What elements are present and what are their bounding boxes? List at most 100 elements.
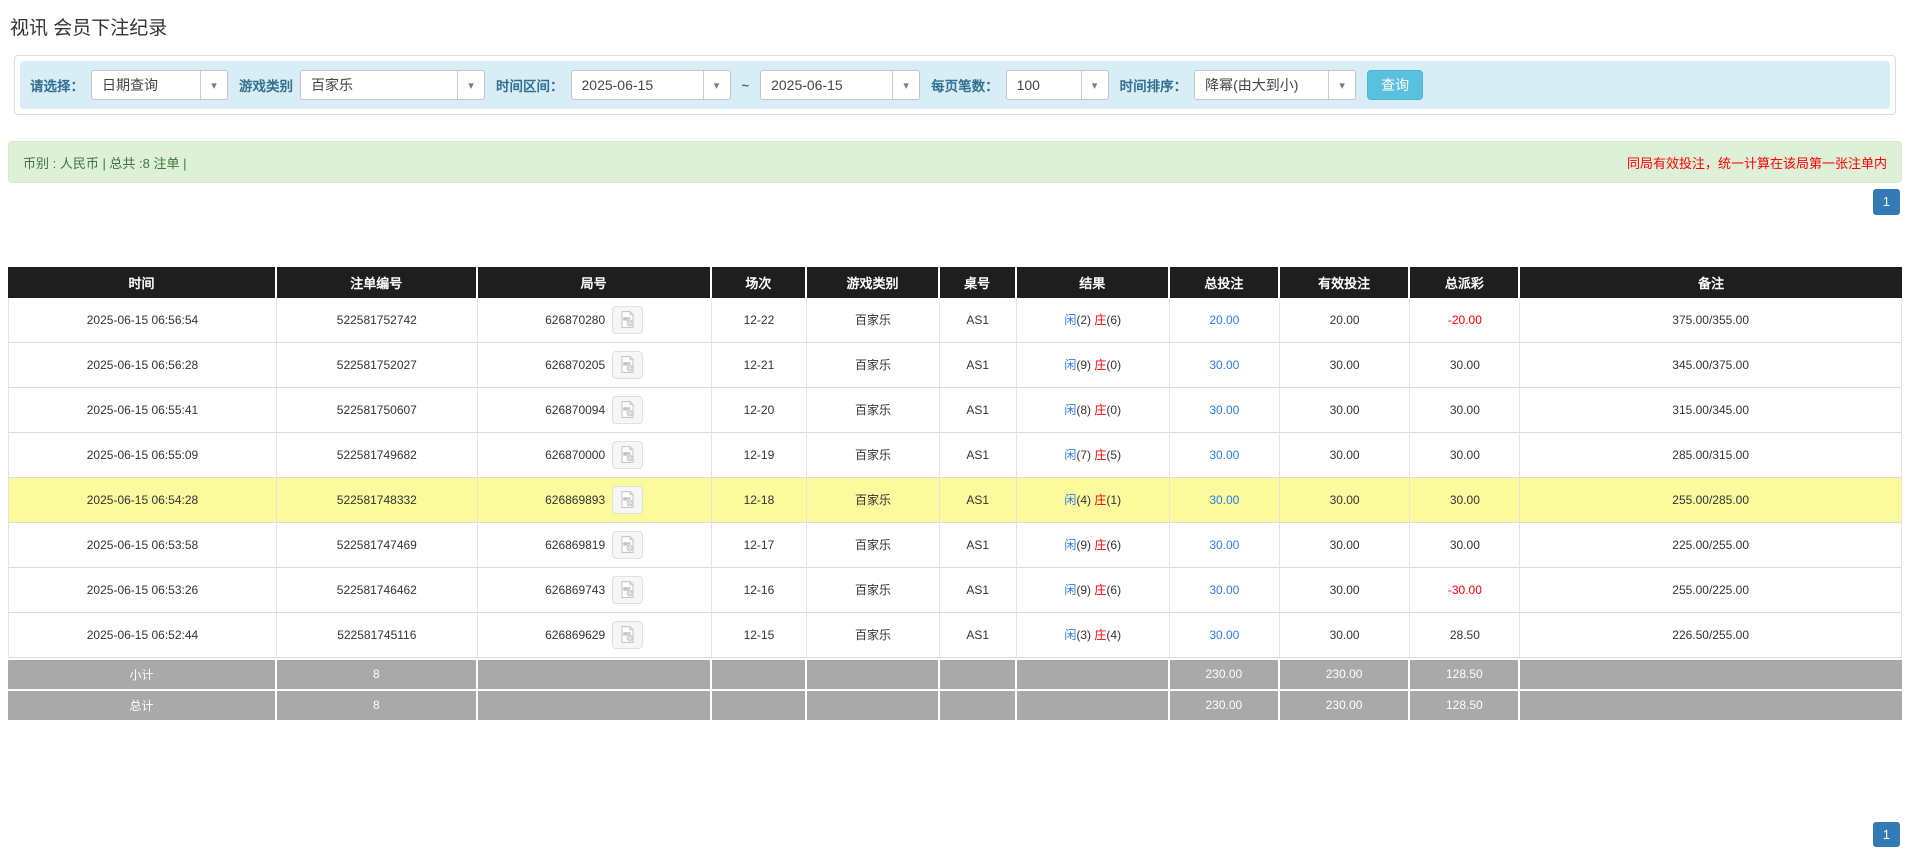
footer-empty-round [478, 689, 712, 720]
video-replay-button[interactable] [612, 621, 643, 649]
video-replay-button[interactable] [612, 396, 643, 424]
result-banker-label: 庄 [1094, 448, 1106, 462]
total-bet-link[interactable]: 30.00 [1209, 493, 1239, 507]
search-button[interactable]: 查询 [1367, 70, 1423, 100]
cell-session: 12-17 [712, 523, 808, 568]
total-bet-link[interactable]: 30.00 [1209, 403, 1239, 417]
table-row: 2025-06-15 06:52:44522581745116626869629… [8, 613, 1902, 658]
game-type-label: 游戏类别 [239, 75, 293, 95]
cell-valid-bet: 30.00 [1280, 433, 1411, 478]
result-player-label: 闲 [1064, 358, 1076, 372]
video-replay-button[interactable] [612, 531, 643, 559]
total-bet-link[interactable]: 30.00 [1209, 583, 1239, 597]
cell-total-payout: 30.00 [1410, 388, 1520, 433]
cell-remark: 225.00/255.00 [1520, 523, 1902, 568]
round-id-group: 626870094 [545, 396, 643, 424]
cell-time: 2025-06-15 06:55:09 [8, 433, 277, 478]
date-to-input[interactable]: 2025-06-15 ▾ [760, 70, 920, 100]
footer-empty-result [1017, 689, 1170, 720]
cell-round-id: 626869819 [478, 523, 712, 568]
footer-empty-session [712, 658, 808, 689]
cell-game-type: 百家乐 [807, 568, 940, 613]
result-player-label: 闲 [1064, 493, 1076, 507]
column-header-bet-id: 注单编号 [277, 267, 478, 298]
result-player-score: (3) [1076, 628, 1091, 642]
video-replay-button[interactable] [612, 441, 643, 469]
pagination-bottom: 1 [10, 822, 1900, 848]
round-id-text: 626870000 [545, 448, 605, 462]
result-banker-score: (4) [1106, 628, 1121, 642]
cell-bet-id: 522581747469 [277, 523, 478, 568]
table-row: 2025-06-15 06:56:28522581752027626870205… [8, 343, 1902, 388]
chevron-down-icon[interactable]: ▾ [1081, 71, 1108, 99]
game-type-select[interactable]: 百家乐 ▾ [300, 70, 485, 100]
cell-result: 闲(9) 庄(6) [1017, 568, 1170, 613]
total-bet-link[interactable]: 30.00 [1209, 628, 1239, 642]
total-bet-link[interactable]: 30.00 [1209, 358, 1239, 372]
cell-remark: 226.50/255.00 [1520, 613, 1902, 658]
footer-valid-bet: 230.00 [1280, 689, 1411, 720]
footer-empty-result [1017, 658, 1170, 689]
total-bet-link[interactable]: 20.00 [1209, 313, 1239, 327]
cell-total-payout: 30.00 [1410, 523, 1520, 568]
game-type-value: 百家乐 [301, 71, 457, 99]
chevron-down-icon[interactable]: ▾ [1328, 71, 1355, 99]
cell-result: 闲(7) 庄(5) [1017, 433, 1170, 478]
cell-table-no: AS1 [940, 478, 1017, 523]
cell-time: 2025-06-15 06:54:28 [8, 478, 277, 523]
cell-valid-bet: 30.00 [1280, 523, 1411, 568]
chevron-down-icon[interactable]: ▾ [457, 71, 484, 99]
footer-empty-game-type [807, 689, 940, 720]
footer-empty-round [478, 658, 712, 689]
footer-empty-remark [1520, 689, 1902, 720]
total-bet-link[interactable]: 30.00 [1209, 538, 1239, 552]
table-footer-row: 小计8230.00230.00128.50 [8, 658, 1902, 689]
cell-total-bet: 30.00 [1170, 613, 1280, 658]
column-header-total-bet: 总投注 [1170, 267, 1280, 298]
cell-total-payout: -30.00 [1410, 568, 1520, 613]
summary-bar: 币别 : 人民币 | 总共 :8 注单 | 同局有效投注，统一计算在该局第一张注… [8, 141, 1902, 183]
chevron-down-icon[interactable]: ▾ [200, 71, 227, 99]
result-player-label: 闲 [1064, 538, 1076, 552]
result-player-label: 闲 [1064, 313, 1076, 327]
round-id-text: 626870094 [545, 403, 605, 417]
date-from-input[interactable]: 2025-06-15 ▾ [571, 70, 731, 100]
cell-bet-id: 522581748332 [277, 478, 478, 523]
video-replay-icon [618, 625, 637, 644]
round-id-text: 626869893 [545, 493, 605, 507]
date-from-value: 2025-06-15 [572, 71, 703, 99]
cell-valid-bet: 20.00 [1280, 298, 1411, 343]
footer-label: 总计 [8, 689, 277, 720]
column-header-round-id: 局号 [478, 267, 712, 298]
video-replay-button[interactable] [612, 576, 643, 604]
cell-total-payout: 28.50 [1410, 613, 1520, 658]
cell-total-bet: 30.00 [1170, 388, 1280, 433]
video-replay-button[interactable] [612, 306, 643, 334]
video-replay-button[interactable] [612, 486, 643, 514]
table-row: 2025-06-15 06:53:26522581746462626869743… [8, 568, 1902, 613]
round-id-text: 626869629 [545, 628, 605, 642]
query-mode-select[interactable]: 日期查询 ▾ [91, 70, 228, 100]
round-id-text: 626869819 [545, 538, 605, 552]
round-id-group: 626869743 [545, 576, 643, 604]
total-bet-link[interactable]: 30.00 [1209, 448, 1239, 462]
result-banker-score: (1) [1106, 493, 1121, 507]
page-1-button[interactable]: 1 [1873, 189, 1900, 215]
chevron-down-icon[interactable]: ▾ [703, 71, 730, 99]
cell-total-bet: 30.00 [1170, 478, 1280, 523]
valid-bet-notice: 同局有效投注，统一计算在该局第一张注单内 [1627, 153, 1887, 172]
cell-total-payout: 30.00 [1410, 343, 1520, 388]
cell-total-payout: 30.00 [1410, 478, 1520, 523]
time-sort-select[interactable]: 降幂(由大到小) ▾ [1194, 70, 1356, 100]
footer-total-payout: 128.50 [1410, 658, 1520, 689]
result-player-label: 闲 [1064, 628, 1076, 642]
column-header-result: 结果 [1017, 267, 1170, 298]
page-1-button[interactable]: 1 [1873, 822, 1900, 848]
time-sort-value: 降幂(由大到小) [1195, 71, 1328, 99]
table-row: 2025-06-15 06:55:41522581750607626870094… [8, 388, 1902, 433]
video-replay-icon [618, 580, 637, 599]
page-size-select[interactable]: 100 ▾ [1006, 70, 1109, 100]
cell-valid-bet: 30.00 [1280, 613, 1411, 658]
chevron-down-icon[interactable]: ▾ [892, 71, 919, 99]
video-replay-button[interactable] [612, 351, 643, 379]
